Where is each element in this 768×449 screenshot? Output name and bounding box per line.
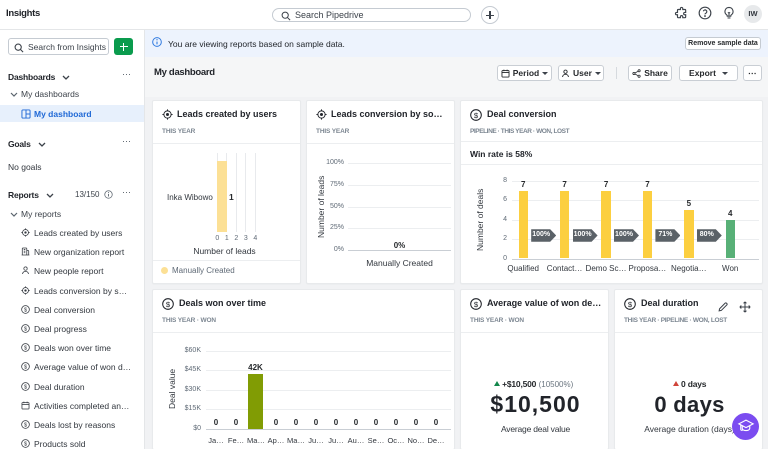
svg-text:$: $	[24, 384, 27, 390]
svg-text:$: $	[24, 442, 27, 448]
svg-text:$: $	[24, 422, 27, 428]
svg-text:$: $	[628, 300, 633, 309]
svg-text:$: $	[474, 111, 479, 120]
svg-text:$: $	[24, 326, 27, 332]
svg-text:$: $	[474, 300, 479, 309]
svg-text:$: $	[24, 307, 27, 313]
svg-text:$: $	[166, 300, 171, 309]
svg-text:$: $	[24, 346, 27, 352]
svg-text:$: $	[24, 365, 27, 371]
